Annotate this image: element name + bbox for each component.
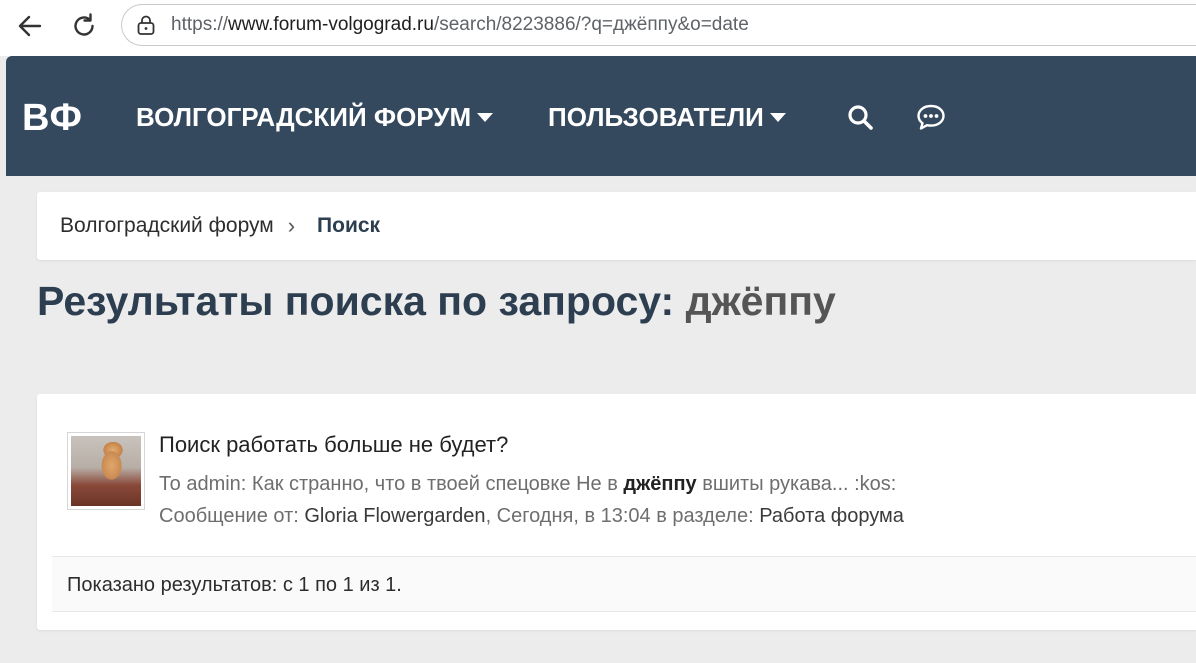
lock-icon[interactable] (134, 13, 158, 37)
url-scheme: https:// (171, 14, 229, 35)
nav-users[interactable]: ПОЛЬЗОВАТЕЛИ (548, 100, 786, 134)
title-query: джёппу (685, 278, 836, 324)
author-link[interactable]: Gloria Flowergarden (304, 505, 485, 527)
avatar[interactable] (67, 432, 145, 510)
url-text[interactable]: https://www.forum-volgograd.ru/search/82… (171, 14, 749, 36)
avatar-image (71, 436, 141, 506)
caret-down-icon (477, 112, 494, 122)
result-meta: Сообщение от: Gloria Flowergarden, Сегод… (159, 503, 904, 529)
nav-label: ПОЛЬЗОВАТЕЛИ (548, 102, 764, 132)
nav-label: ВОЛГОГРАДСКИЙ ФОРУМ (136, 102, 472, 132)
result-title[interactable]: Поиск работать больше не будет? (159, 431, 508, 459)
snippet-text-end: вшиты рукава... :kos: (696, 473, 897, 495)
section-link[interactable]: Работа форума (759, 505, 904, 527)
results-footer: Показано результатов: с 1 по 1 из 1. (52, 556, 1196, 612)
url-host: www.forum-volgograd.ru (228, 14, 434, 35)
search-results: Поиск работать больше не будет? То admin… (37, 394, 1196, 630)
meta-label: Сообщение от: (159, 505, 305, 527)
reload-icon (74, 13, 94, 36)
url-path: /search/8223886/?q=джёппу&o=date (433, 14, 749, 35)
breadcrumb-item-forum[interactable]: Волгоградский форум (60, 214, 274, 238)
snippet-highlight: джёппу (623, 473, 697, 495)
results-summary: Показано результатов: с 1 по 1 из 1. (67, 574, 402, 596)
chat-icon[interactable] (916, 102, 946, 132)
result-snippet: То admin: Как странно, что в твоей спецо… (159, 471, 896, 497)
snippet-text: То admin: Как странно, что в твоей спецо… (159, 473, 624, 495)
nav-volgograd-forum[interactable]: ВОЛГОГРАДСКИЙ ФОРУМ (136, 100, 494, 134)
title-prefix: Результаты поиска по запросу: (37, 278, 686, 324)
browser-toolbar: https://www.forum-volgograd.ru/search/82… (0, 0, 1196, 56)
page-title: Результаты поиска по запросу: джёппу (37, 276, 836, 326)
address-bar[interactable]: https://www.forum-volgograd.ru/search/82… (121, 4, 1196, 46)
arrow-left-icon (18, 15, 42, 37)
breadcrumb: Волгоградский форум › Поиск (37, 192, 1196, 260)
site-header: ВФ ВОЛГОГРАДСКИЙ ФОРУМ ПОЛЬЗОВАТЕЛИ (6, 56, 1196, 176)
breadcrumb-separator: › (287, 213, 296, 238)
meta-date: , Сегодня, в 13:04 в разделе: (485, 505, 760, 527)
caret-down-icon (769, 112, 786, 122)
back-button[interactable] (12, 8, 48, 44)
site-logo[interactable]: ВФ (22, 96, 83, 140)
search-icon[interactable] (845, 102, 875, 132)
breadcrumb-item-search[interactable]: Поиск (317, 214, 380, 238)
reload-button[interactable] (66, 8, 102, 44)
